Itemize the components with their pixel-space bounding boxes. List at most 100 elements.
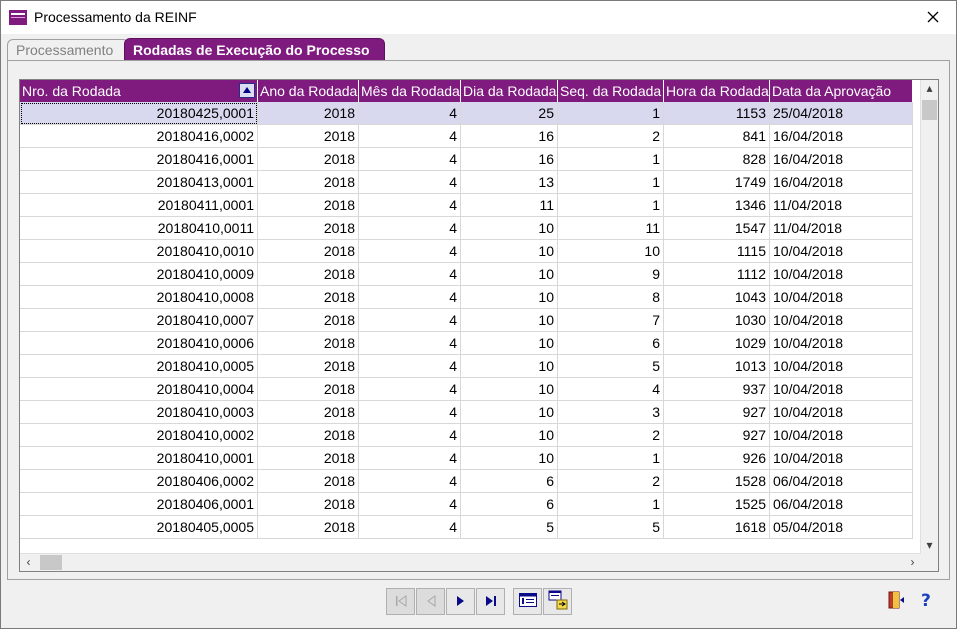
cell-data-aprovacao[interactable]: 10/04/2018	[770, 263, 913, 286]
cell-ano-rodada[interactable]: 2018	[258, 470, 359, 493]
column-header-mes-rodada[interactable]: Mês da Rodada	[359, 80, 461, 102]
cell-ano-rodada[interactable]: 2018	[258, 217, 359, 240]
cell-dia-rodada[interactable]: 16	[461, 148, 558, 171]
cell-seq-rodada[interactable]: 1	[558, 447, 664, 470]
cell-nro-rodada[interactable]: 20180410,0009	[20, 263, 258, 286]
cell-mes-rodada[interactable]: 4	[359, 332, 461, 355]
cell-hora-rodada[interactable]: 828	[664, 148, 770, 171]
cell-data-aprovacao[interactable]: 10/04/2018	[770, 378, 913, 401]
first-record-button[interactable]	[386, 588, 415, 615]
cell-seq-rodada[interactable]: 4	[558, 378, 664, 401]
cell-mes-rodada[interactable]: 4	[359, 516, 461, 539]
cell-dia-rodada[interactable]: 5	[461, 516, 558, 539]
cell-dia-rodada[interactable]: 16	[461, 125, 558, 148]
cell-seq-rodada[interactable]: 8	[558, 286, 664, 309]
scroll-down-icon[interactable]: ▾	[921, 537, 938, 554]
cell-dia-rodada[interactable]: 10	[461, 309, 558, 332]
cell-ano-rodada[interactable]: 2018	[258, 286, 359, 309]
table-row[interactable]: 20180410,0004 2018 4 10 4 937 10/04/2018	[20, 378, 913, 401]
cell-nro-rodada[interactable]: 20180410,0002	[20, 424, 258, 447]
cell-hora-rodada[interactable]: 1030	[664, 309, 770, 332]
column-header-hora-rodada[interactable]: Hora da Rodada	[664, 80, 770, 102]
cell-hora-rodada[interactable]: 937	[664, 378, 770, 401]
previous-record-button[interactable]	[416, 588, 445, 615]
scroll-up-icon[interactable]: ▴	[921, 80, 938, 97]
cell-mes-rodada[interactable]: 4	[359, 217, 461, 240]
tab-processamento[interactable]: Processamento	[7, 39, 129, 60]
cell-dia-rodada[interactable]: 10	[461, 447, 558, 470]
vertical-scrollbar[interactable]: ▴ ▾	[920, 80, 938, 554]
cell-data-aprovacao[interactable]: 16/04/2018	[770, 171, 913, 194]
help-button[interactable]: ?	[913, 588, 941, 615]
column-header-ano-rodada[interactable]: Ano da Rodada	[258, 80, 359, 102]
table-row[interactable]: 20180425,0001 2018 4 25 1 1153 25/04/2018	[20, 102, 913, 125]
cell-seq-rodada[interactable]: 11	[558, 217, 664, 240]
cell-mes-rodada[interactable]: 4	[359, 401, 461, 424]
column-header-dia-rodada[interactable]: Dia da Rodada	[461, 80, 558, 102]
table-row[interactable]: 20180410,0010 2018 4 10 10 1115 10/04/2018	[20, 240, 913, 263]
cell-hora-rodada[interactable]: 1528	[664, 470, 770, 493]
last-record-button[interactable]	[476, 588, 505, 615]
cell-ano-rodada[interactable]: 2018	[258, 516, 359, 539]
scroll-right-icon[interactable]: ›	[904, 554, 921, 571]
column-header-nro-rodada[interactable]: Nro. da Rodada	[20, 80, 258, 102]
cell-mes-rodada[interactable]: 4	[359, 148, 461, 171]
horizontal-scroll-thumb[interactable]	[40, 555, 62, 570]
cell-dia-rodada[interactable]: 6	[461, 493, 558, 516]
cell-mes-rodada[interactable]: 4	[359, 171, 461, 194]
cell-mes-rodada[interactable]: 4	[359, 470, 461, 493]
cell-dia-rodada[interactable]: 10	[461, 217, 558, 240]
cell-ano-rodada[interactable]: 2018	[258, 263, 359, 286]
cell-seq-rodada[interactable]: 5	[558, 516, 664, 539]
cell-ano-rodada[interactable]: 2018	[258, 102, 359, 125]
cell-dia-rodada[interactable]: 25	[461, 102, 558, 125]
cell-hora-rodada[interactable]: 926	[664, 447, 770, 470]
cell-data-aprovacao[interactable]: 10/04/2018	[770, 286, 913, 309]
grid-export-button[interactable]	[543, 588, 572, 615]
cell-data-aprovacao[interactable]: 11/04/2018	[770, 217, 913, 240]
vertical-scroll-thumb[interactable]	[922, 100, 937, 120]
table-row[interactable]: 20180416,0002 2018 4 16 2 841 16/04/2018	[20, 125, 913, 148]
cell-mes-rodada[interactable]: 4	[359, 125, 461, 148]
cell-ano-rodada[interactable]: 2018	[258, 148, 359, 171]
cell-data-aprovacao[interactable]: 16/04/2018	[770, 125, 913, 148]
table-row[interactable]: 20180410,0006 2018 4 10 6 1029 10/04/2018	[20, 332, 913, 355]
cell-dia-rodada[interactable]: 10	[461, 332, 558, 355]
cell-mes-rodada[interactable]: 4	[359, 447, 461, 470]
cell-data-aprovacao[interactable]: 10/04/2018	[770, 332, 913, 355]
cell-data-aprovacao[interactable]: 06/04/2018	[770, 470, 913, 493]
cell-ano-rodada[interactable]: 2018	[258, 332, 359, 355]
cell-nro-rodada[interactable]: 20180406,0001	[20, 493, 258, 516]
cell-nro-rodada[interactable]: 20180410,0004	[20, 378, 258, 401]
cell-mes-rodada[interactable]: 4	[359, 355, 461, 378]
cell-seq-rodada[interactable]: 1	[558, 102, 664, 125]
cell-seq-rodada[interactable]: 2	[558, 470, 664, 493]
cell-dia-rodada[interactable]: 10	[461, 401, 558, 424]
cell-hora-rodada[interactable]: 1618	[664, 516, 770, 539]
table-row[interactable]: 20180413,0001 2018 4 13 1 1749 16/04/2018	[20, 171, 913, 194]
table-row[interactable]: 20180410,0009 2018 4 10 9 1112 10/04/2018	[20, 263, 913, 286]
cell-nro-rodada[interactable]: 20180405,0005	[20, 516, 258, 539]
cell-ano-rodada[interactable]: 2018	[258, 240, 359, 263]
cell-hora-rodada[interactable]: 1749	[664, 171, 770, 194]
cell-data-aprovacao[interactable]: 10/04/2018	[770, 240, 913, 263]
cell-ano-rodada[interactable]: 2018	[258, 447, 359, 470]
cell-seq-rodada[interactable]: 10	[558, 240, 664, 263]
cell-hora-rodada[interactable]: 927	[664, 401, 770, 424]
cell-hora-rodada[interactable]: 1043	[664, 286, 770, 309]
cell-mes-rodada[interactable]: 4	[359, 263, 461, 286]
cell-nro-rodada[interactable]: 20180416,0001	[20, 148, 258, 171]
exit-button[interactable]	[881, 588, 909, 615]
cell-dia-rodada[interactable]: 10	[461, 355, 558, 378]
cell-hora-rodada[interactable]: 1346	[664, 194, 770, 217]
cell-data-aprovacao[interactable]: 10/04/2018	[770, 355, 913, 378]
cell-mes-rodada[interactable]: 4	[359, 240, 461, 263]
table-row[interactable]: 20180410,0002 2018 4 10 2 927 10/04/2018	[20, 424, 913, 447]
cell-dia-rodada[interactable]: 6	[461, 470, 558, 493]
column-header-data-aprovacao[interactable]: Data da Aprovação	[770, 80, 913, 102]
cell-mes-rodada[interactable]: 4	[359, 493, 461, 516]
cell-dia-rodada[interactable]: 13	[461, 171, 558, 194]
table-row[interactable]: 20180410,0001 2018 4 10 1 926 10/04/2018	[20, 447, 913, 470]
cell-nro-rodada[interactable]: 20180416,0002	[20, 125, 258, 148]
cell-nro-rodada[interactable]: 20180410,0001	[20, 447, 258, 470]
